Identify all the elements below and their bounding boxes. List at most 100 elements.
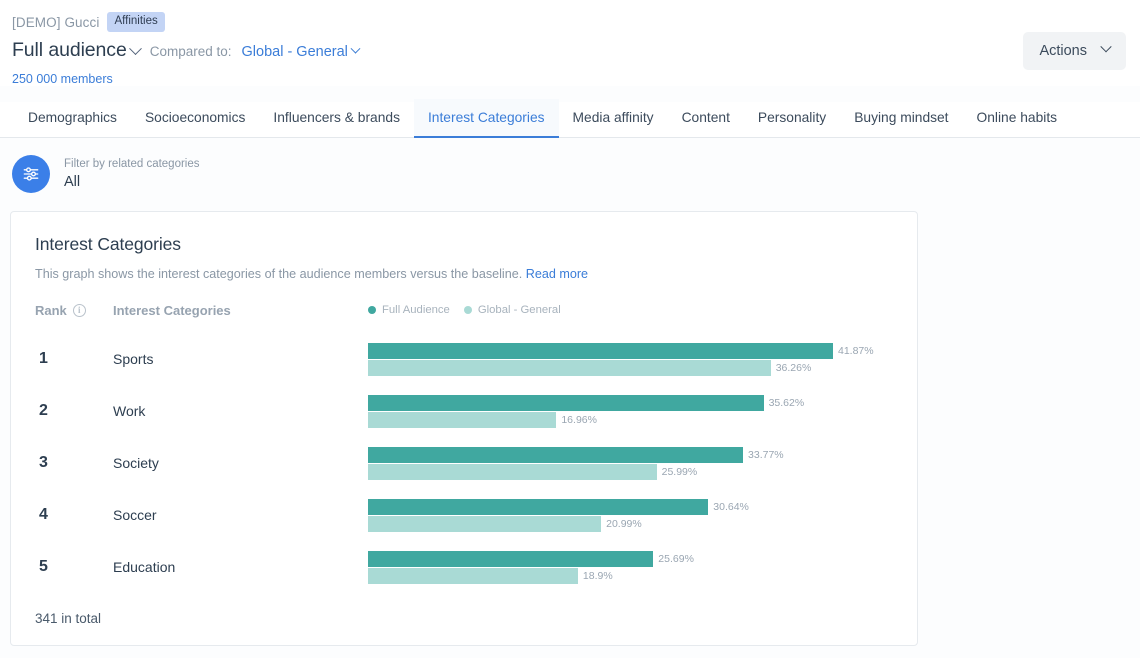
- compared-to-label: Compared to:: [150, 44, 232, 59]
- bar-line: 35.62%: [368, 395, 893, 411]
- brand-name: [DEMO] Gucci: [12, 15, 99, 30]
- bar-line: 18.9%: [368, 568, 893, 584]
- category-name: Education: [113, 559, 368, 575]
- audience-selector[interactable]: Full audience: [12, 39, 140, 62]
- actions-label: Actions: [1039, 43, 1087, 59]
- rank-value: 3: [35, 454, 113, 472]
- bar-line: 25.69%: [368, 551, 893, 567]
- actions-button[interactable]: Actions: [1023, 32, 1126, 70]
- bar-group: 25.69% 18.9%: [368, 551, 893, 584]
- rank-value: 1: [35, 350, 113, 368]
- legend-label: Global - General: [478, 304, 561, 316]
- bar-value-label: 30.64%: [713, 501, 749, 513]
- category-name: Sports: [113, 351, 368, 367]
- bar-line: 20.99%: [368, 516, 893, 532]
- tab-socioeconomics[interactable]: Socioeconomics: [131, 111, 259, 137]
- category-name: Society: [113, 455, 368, 471]
- bar-value-label: 36.26%: [776, 362, 812, 374]
- bar-group: 41.87% 36.26%: [368, 343, 893, 376]
- tab-media-affinity[interactable]: Media affinity: [559, 111, 668, 137]
- bar-baseline[interactable]: [368, 412, 556, 428]
- bar-value-label: 20.99%: [606, 518, 642, 530]
- read-more-link[interactable]: Read more: [526, 267, 588, 281]
- column-header-category: Interest Categories: [113, 303, 368, 318]
- tab-label: Personality: [758, 110, 826, 125]
- legend-dot-icon: [464, 306, 472, 314]
- tab-label: Socioeconomics: [145, 110, 245, 125]
- bar-full-audience[interactable]: [368, 395, 764, 411]
- bar-group: 30.64% 20.99%: [368, 499, 893, 532]
- bar-line: 41.87%: [368, 343, 893, 359]
- page-header: [DEMO] Gucci Affinities Full audience Co…: [0, 0, 1140, 86]
- bar-baseline[interactable]: [368, 360, 771, 376]
- legend-item: Global - General: [464, 304, 561, 316]
- table-row[interactable]: 1Sports 41.87% 36.26%: [35, 333, 893, 385]
- tab-online-habits[interactable]: Online habits: [963, 111, 1072, 137]
- filter-value[interactable]: All: [64, 174, 200, 190]
- filter-texts: Filter by related categories All: [64, 158, 200, 190]
- bar-value-label: 41.87%: [838, 345, 874, 357]
- rank-value: 4: [35, 506, 113, 524]
- bar-full-audience[interactable]: [368, 551, 653, 567]
- audience-line: Full audience Compared to: Global - Gene…: [12, 39, 1124, 65]
- legend-dot-icon: [368, 306, 376, 314]
- bar-group: 33.77%25.99%: [368, 447, 893, 480]
- table-row[interactable]: 5Education 25.69% 18.9%: [35, 541, 893, 593]
- bar-line: 16.96%: [368, 412, 893, 428]
- table-row[interactable]: 3Society33.77%25.99%: [35, 437, 893, 489]
- bar-value-label: 18.9%: [583, 570, 613, 582]
- rank-value: 5: [35, 558, 113, 576]
- tab-label: Interest Categories: [428, 110, 545, 125]
- info-icon[interactable]: i: [73, 304, 86, 317]
- tab-label: Content: [682, 110, 730, 125]
- tab-demographics[interactable]: Demographics: [14, 111, 131, 137]
- bar-value-label: 35.62%: [769, 397, 805, 409]
- card-description-text: This graph shows the interest categories…: [35, 267, 522, 281]
- table-header: Rank i Interest Categories Full Audience…: [35, 301, 893, 319]
- bar-value-label: 25.99%: [662, 466, 698, 478]
- bar-full-audience[interactable]: [368, 343, 833, 359]
- category-name: Soccer: [113, 507, 368, 523]
- tab-personality[interactable]: Personality: [744, 111, 840, 137]
- rank-value: 2: [35, 402, 113, 420]
- table-row[interactable]: 4Soccer 30.64% 20.99%: [35, 489, 893, 541]
- table-row[interactable]: 2Work 35.62% 16.96%: [35, 385, 893, 437]
- legend-item: Full Audience: [368, 304, 450, 316]
- chevron-down-icon: [129, 43, 142, 56]
- bar-line: 30.64%: [368, 499, 893, 515]
- filter-caption: Filter by related categories: [64, 158, 200, 170]
- bar-baseline[interactable]: [368, 568, 578, 584]
- column-header-rank: Rank i: [35, 303, 113, 318]
- chart-rows: 1Sports41.87%36.26%2Work35.62%16.96%3Soc…: [35, 333, 893, 593]
- tab-label: Media affinity: [573, 110, 654, 125]
- legend-label: Full Audience: [382, 304, 450, 316]
- sliders-icon: [21, 164, 41, 184]
- baseline-value: Global - General: [242, 44, 348, 60]
- chevron-down-icon: [1100, 41, 1111, 52]
- interest-categories-card: Interest Categories This graph shows the…: [10, 211, 918, 646]
- tab-label: Demographics: [28, 110, 117, 125]
- bar-baseline[interactable]: [368, 464, 657, 480]
- bar-full-audience[interactable]: [368, 499, 708, 515]
- bar-value-label: 25.69%: [658, 553, 694, 565]
- bar-full-audience[interactable]: [368, 447, 743, 463]
- tab-bar: Demographics Socioeconomics Influencers & …: [0, 102, 1140, 138]
- rank-label: Rank: [35, 303, 67, 318]
- tab-label: Influencers & brands: [273, 110, 400, 125]
- category-name: Work: [113, 403, 368, 419]
- filter-button[interactable]: [12, 155, 50, 193]
- bar-line: 36.26%: [368, 360, 893, 376]
- tab-content[interactable]: Content: [668, 111, 744, 137]
- bar-value-label: 16.96%: [561, 414, 597, 426]
- bar-line: 25.99%: [368, 464, 893, 480]
- audience-name: Full audience: [12, 39, 127, 61]
- tab-influencers-brands[interactable]: Influencers & brands: [259, 111, 414, 137]
- tab-interest-categories[interactable]: Interest Categories: [414, 99, 559, 137]
- brand-line: [DEMO] Gucci Affinities: [12, 12, 1124, 32]
- members-count[interactable]: 250 000 members: [12, 72, 1124, 86]
- card-description: This graph shows the interest categories…: [35, 267, 893, 281]
- baseline-selector[interactable]: Global - General: [242, 43, 359, 61]
- bar-baseline[interactable]: [368, 516, 601, 532]
- tab-buying-mindset[interactable]: Buying mindset: [840, 111, 962, 137]
- affinities-badge: Affinities: [107, 12, 164, 31]
